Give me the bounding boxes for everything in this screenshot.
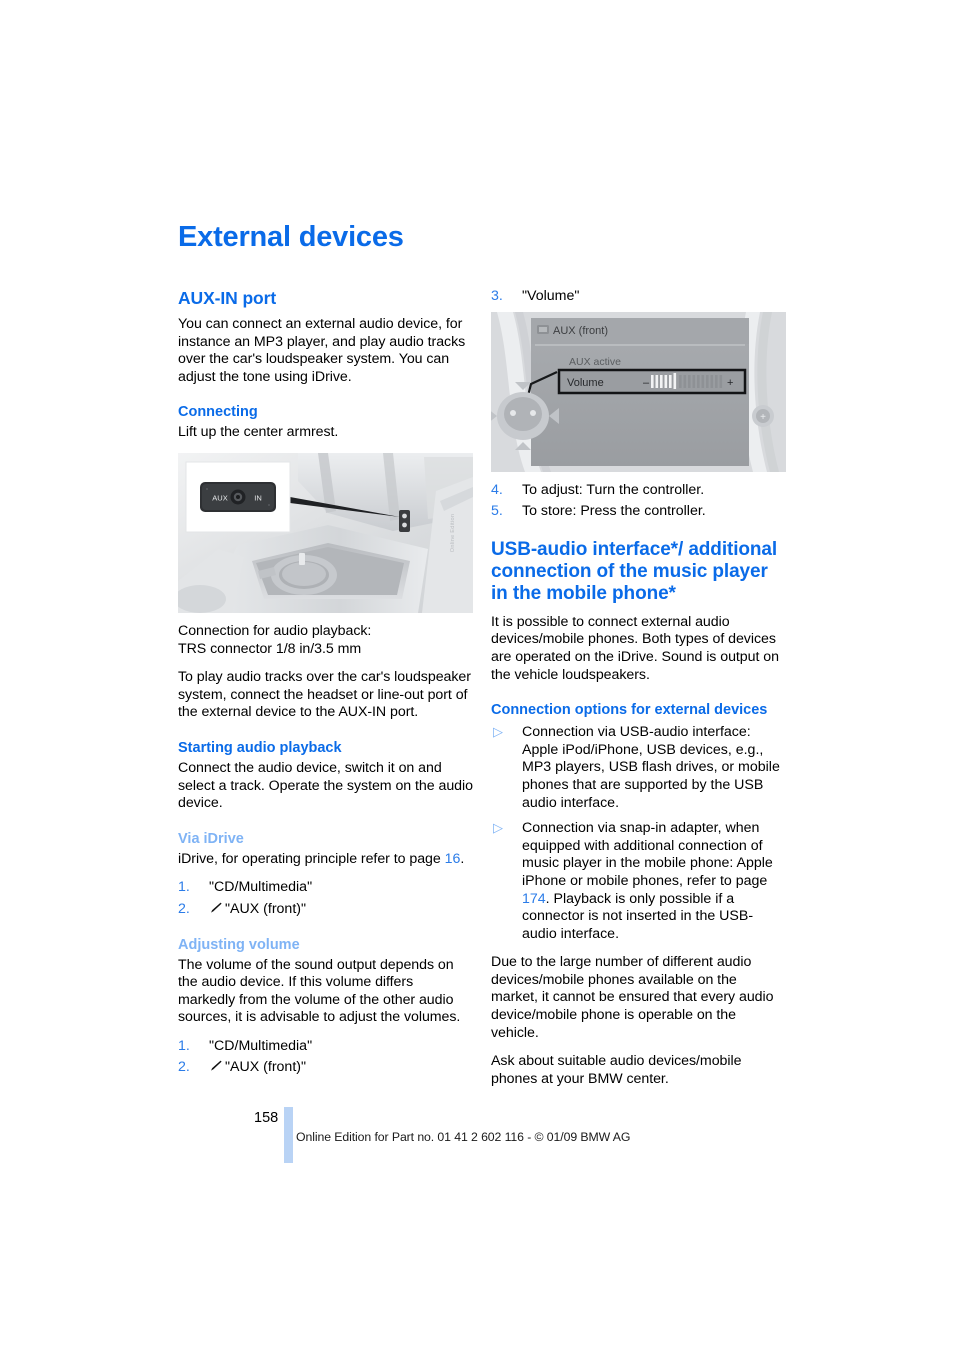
step-label: "Volume" bbox=[522, 288, 580, 304]
list-item: 3. "Volume" bbox=[491, 288, 786, 306]
subheading-adjusting-volume: Adjusting volume bbox=[178, 936, 300, 953]
idrive-display-figure: AUX (front) AUX active Volume – + + bbox=[491, 311, 786, 472]
option-text-after: . Playback is only possible if a connect… bbox=[522, 890, 754, 942]
aux-intro-paragraph: You can connect an external audio device… bbox=[178, 316, 466, 385]
step-label: "CD/Multimedia" bbox=[209, 879, 313, 896]
running-head-tab bbox=[108, 0, 148, 222]
connector-caption-line2: TRS connector 1/8 in/3.5 mm bbox=[178, 640, 362, 657]
starting-paragraph: Connect the audio device, switch it on a… bbox=[178, 759, 473, 812]
figure-image-id: Online Edition bbox=[449, 513, 456, 553]
list-item: 2. "AUX (front)" bbox=[178, 1059, 473, 1077]
manual-page: External devices External devices AUX-IN… bbox=[0, 0, 954, 1350]
step-label: To adjust: Turn the controller. bbox=[522, 481, 705, 498]
market-note-paragraph: Due to the large number of different aud… bbox=[491, 954, 774, 1041]
step-label: "AUX (front)" bbox=[225, 900, 307, 917]
option-text: Connection via snap-in adapter, when equ… bbox=[522, 820, 773, 889]
page-number: 158 bbox=[254, 1110, 279, 1126]
list-item: ▷ Connection via USB-audio interface: Ap… bbox=[491, 724, 786, 812]
step-number: 1. bbox=[178, 879, 190, 896]
idrive-display-illustration: AUX (front) AUX active Volume – + + bbox=[491, 311, 786, 472]
option-text: Connection via USB-audio interface: Appl… bbox=[522, 724, 780, 811]
controller-steps-list: 4. To adjust: Turn the controller. 5. To… bbox=[491, 482, 786, 521]
center-console-figure: AUX IN Online Edition bbox=[178, 452, 473, 613]
svg-text:+: + bbox=[760, 412, 766, 423]
footer-accent-bar bbox=[284, 1107, 293, 1163]
step-label: "CD/Multimedia" bbox=[209, 1037, 313, 1054]
subheading-via-idrive: Via iDrive bbox=[178, 830, 244, 847]
list-item: 5. To store: Press the controller. bbox=[491, 503, 786, 521]
triangle-bullet-icon: ▷ bbox=[493, 724, 503, 740]
subheading-starting-audio-playback: Starting audio playback bbox=[178, 739, 342, 756]
footer-text: Online Edition for Part no. 01 41 2 602 … bbox=[296, 1130, 631, 1144]
section-heading-usb-audio-interface: USB-audio interface*/ additional connect… bbox=[491, 538, 778, 604]
plus-icon: + bbox=[727, 377, 733, 389]
list-item: 1. "CD/Multimedia" bbox=[178, 1038, 473, 1056]
idrive-status: AUX active bbox=[569, 356, 621, 368]
list-item: 4. To adjust: Turn the controller. bbox=[491, 482, 786, 500]
step-number: 1. bbox=[178, 1037, 190, 1054]
step-label: "AUX (front)" bbox=[225, 1059, 307, 1076]
via-idrive-text: iDrive, for operating principle refer to… bbox=[178, 850, 445, 867]
idrive-side-button: + bbox=[752, 404, 774, 427]
idrive-steps-list: 1. "CD/Multimedia" 2. "AUX (front)" bbox=[178, 879, 473, 918]
connector-caption-line1: Connection for audio playback: bbox=[178, 622, 372, 639]
pen-icon bbox=[209, 1060, 222, 1072]
step-number: 2. bbox=[178, 1059, 190, 1076]
step-number: 2. bbox=[178, 900, 190, 917]
step-number: 4. bbox=[491, 481, 503, 498]
via-idrive-paragraph: iDrive, for operating principle refer to… bbox=[178, 851, 473, 869]
idrive-title: AUX (front) bbox=[553, 325, 608, 337]
step-number: 5. bbox=[491, 503, 503, 520]
volume-step-list: 3. "Volume" bbox=[491, 288, 786, 306]
idrive-volume-label: Volume bbox=[567, 377, 604, 389]
page-title: External devices bbox=[178, 221, 404, 253]
usb-intro-paragraph: It is possible to connect external audio… bbox=[491, 613, 779, 683]
playback-paragraph: To play audio tracks over the car's loud… bbox=[178, 669, 471, 721]
left-column: AUX-IN port You can connect an external … bbox=[178, 288, 473, 1085]
triangle-bullet-icon: ▷ bbox=[493, 820, 503, 836]
subheading-connection-options: Connection options for external devices bbox=[491, 702, 768, 719]
connection-options-list: ▷ Connection via USB-audio interface: Ap… bbox=[491, 724, 786, 943]
adjusting-steps-list: 1. "CD/Multimedia" 2. "AUX (front)" bbox=[178, 1038, 473, 1077]
section-heading-aux-in-port: AUX-IN port bbox=[178, 288, 277, 308]
right-column: 3. "Volume" AUX (front) AUX active Volum… bbox=[491, 288, 786, 1099]
adjusting-paragraph: The volume of the sound output depends o… bbox=[178, 956, 461, 1026]
list-item: ▷ Connection via snap-in adapter, when e… bbox=[491, 820, 786, 943]
idrive-header: AUX (front) bbox=[531, 317, 749, 346]
subheading-connecting: Connecting bbox=[178, 404, 258, 421]
idrive-volume-row: Volume – + bbox=[557, 368, 747, 394]
connecting-paragraph: Lift up the center armrest. bbox=[178, 424, 339, 441]
center-console-illustration: AUX IN bbox=[178, 452, 473, 613]
list-item: 1. "CD/Multimedia" bbox=[178, 879, 473, 897]
ask-note-paragraph: Ask about suitable audio devices/mobile … bbox=[491, 1053, 742, 1087]
list-item: 2. "AUX (front)" bbox=[178, 901, 473, 919]
connector-caption: Connection for audio playback: TRS connec… bbox=[178, 623, 473, 658]
page-reference-16[interactable]: 16 bbox=[445, 851, 461, 867]
aux-inset-label-right: IN bbox=[254, 493, 262, 502]
via-idrive-period: . bbox=[460, 850, 465, 867]
aux-inset-label-left: AUX bbox=[212, 493, 227, 502]
step-number: 3. bbox=[491, 288, 503, 304]
step-label: To store: Press the controller. bbox=[522, 503, 706, 520]
minus-icon: – bbox=[643, 377, 650, 389]
pen-icon bbox=[209, 902, 222, 914]
page-reference-174[interactable]: 174 bbox=[522, 891, 546, 907]
